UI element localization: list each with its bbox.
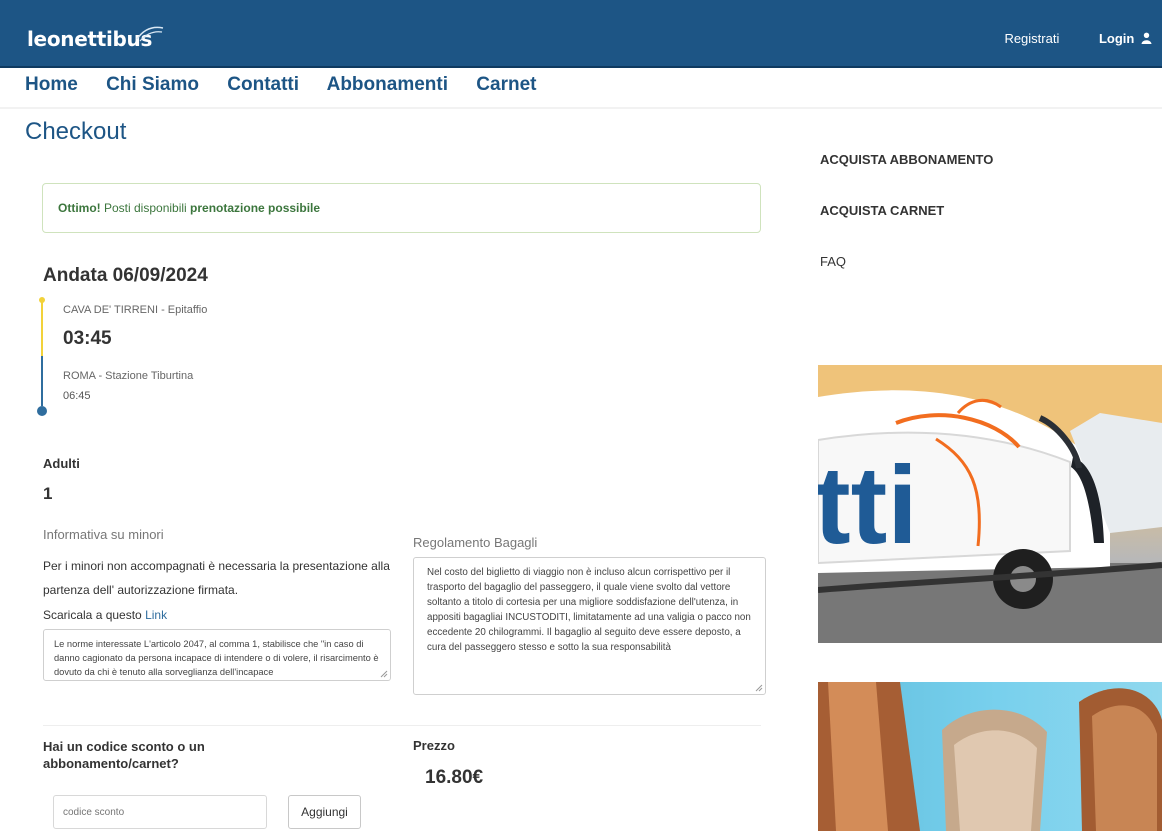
alert-message: Posti disponibili: [100, 201, 191, 215]
textarea-resize-icon[interactable]: [380, 670, 388, 678]
baggage-rules-textarea[interactable]: Nel costo del biglietto di viaggio non è…: [413, 557, 766, 695]
bus-interior-illustration: [818, 682, 1162, 831]
minors-information-text: Per i minori non accompagnati è necessar…: [43, 559, 390, 597]
discount-label: Hai un codice sconto o un abbonamento/ca…: [43, 739, 205, 771]
user-icon: [1141, 32, 1152, 44]
minors-download-prefix: Scaricala a questo: [43, 608, 146, 622]
login-label: Login: [1098, 31, 1135, 46]
adults-count: 1: [43, 484, 53, 503]
baggage-rules-title: Regolamento Bagagli: [413, 535, 538, 550]
trip-title: Andata 06/09/2024: [43, 265, 208, 286]
availability-alert: Ottimo! Posti disponibili prenotazione p…: [42, 183, 761, 233]
bus-photo-text: tti: [818, 444, 918, 567]
bus-photo: tti: [818, 365, 1162, 643]
textarea-resize-icon[interactable]: [755, 684, 763, 692]
page-title: Checkout: [25, 118, 127, 145]
minors-download-row: Scaricala a questo Link: [43, 608, 167, 622]
alert-booking-label: prenotazione possibile: [190, 201, 321, 215]
add-discount-button[interactable]: Aggiungi: [288, 795, 361, 829]
logo-swoosh-icon: [136, 26, 164, 42]
checkout-divider: [43, 725, 761, 726]
price-value: 16.80€: [425, 767, 484, 788]
arrival-time: 06:45: [63, 390, 91, 402]
alert-success-label: Ottimo!: [58, 201, 101, 215]
login-link[interactable]: Login: [1081, 31, 1152, 46]
route-timeline-icon: [37, 297, 47, 416]
baggage-rules-text: Nel costo del biglietto di viaggio non è…: [427, 567, 751, 653]
top-navigation-bar: leonettibus Registrati Login: [0, 0, 1162, 68]
bus-photo-illustration: tti: [818, 365, 1162, 643]
nav-item-contatti[interactable]: Contatti: [227, 74, 299, 95]
minors-law-textarea[interactable]: Le norme interessate L'articolo 2047, al…: [43, 629, 391, 681]
main-navigation: Home Chi Siamo Contatti Abbonamenti Carn…: [25, 74, 559, 96]
discount-code-input[interactable]: [53, 795, 267, 829]
nav-item-abbonamenti[interactable]: Abbonamenti: [327, 74, 448, 95]
register-link[interactable]: Registrati: [1004, 31, 1059, 46]
account-links: Registrati Login: [986, 31, 1152, 46]
sidebar-link-acquista-carnet[interactable]: ACQUISTA CARNET: [820, 203, 993, 218]
minors-information-title: Informativa su minori: [43, 527, 164, 542]
adults-label: Adulti: [43, 456, 80, 471]
navigation-divider: [0, 107, 1162, 109]
nav-item-carnet[interactable]: Carnet: [476, 74, 536, 95]
sidebar-link-acquista-abbonamento[interactable]: ACQUISTA ABBONAMENTO: [820, 152, 993, 167]
bus-interior-photo: [818, 682, 1162, 831]
arrival-stop: ROMA - Stazione Tiburtina: [63, 370, 194, 382]
nav-item-chi-siamo[interactable]: Chi Siamo: [106, 74, 199, 95]
minors-download-link[interactable]: Link: [145, 608, 167, 622]
sidebar-link-faq[interactable]: FAQ: [820, 254, 993, 269]
sidebar-links: ACQUISTA ABBONAMENTO ACQUISTA CARNET FAQ: [820, 152, 993, 305]
minors-law-text: Le norme interessate L'articolo 2047, al…: [54, 639, 379, 677]
price-label: Prezzo: [413, 738, 455, 753]
nav-item-home[interactable]: Home: [25, 74, 78, 95]
departure-stop: CAVA DE' TIRRENI - Epitaffio: [63, 304, 208, 316]
departure-time: 03:45: [63, 328, 112, 349]
brand-logo[interactable]: leonettibus: [27, 27, 152, 51]
